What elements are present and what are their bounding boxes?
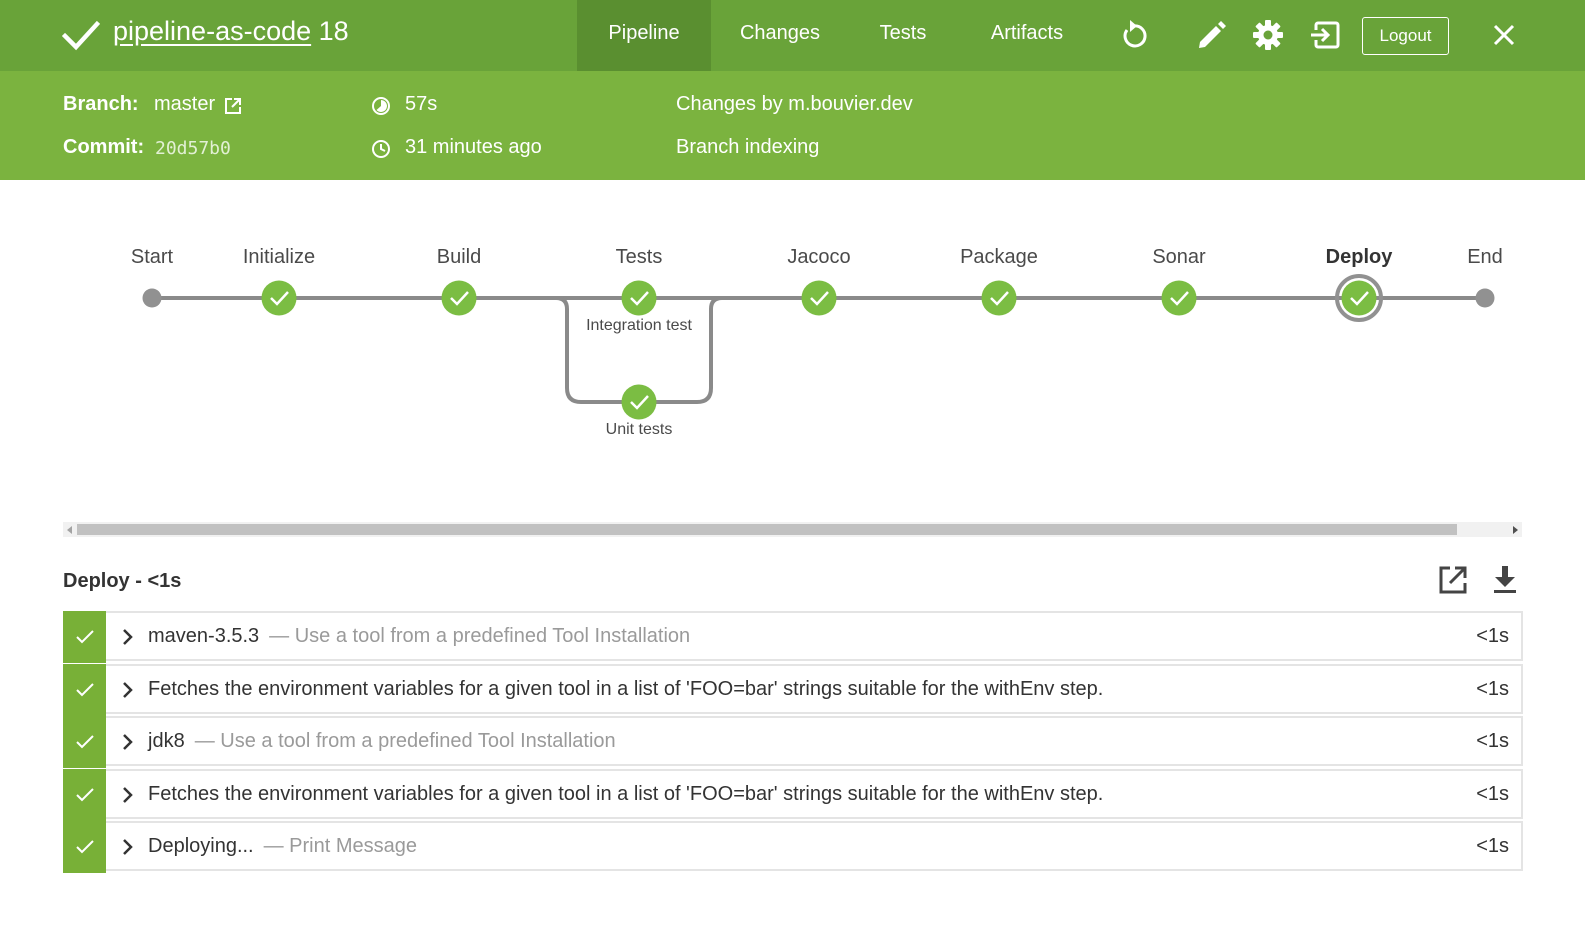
step-status-success <box>63 768 106 821</box>
stage-node-start <box>142 288 162 308</box>
chevron-right-icon[interactable] <box>121 786 133 804</box>
tab-tests[interactable]: Tests <box>863 0 943 71</box>
commit-label: Commit: <box>63 136 145 158</box>
started-time: 31 minutes ago <box>405 136 542 158</box>
stage-node-initialize[interactable] <box>261 280 297 316</box>
settings-icon[interactable] <box>1251 18 1285 52</box>
step-name: Fetches the environment variables for a … <box>148 782 1104 805</box>
chevron-right-icon[interactable] <box>121 838 133 856</box>
commit-hash[interactable]: 20d57b0 <box>155 138 231 159</box>
run-title: pipeline-as-code 18 <box>113 16 349 47</box>
chevron-right-icon[interactable] <box>121 681 133 699</box>
step-status-success <box>63 821 106 873</box>
close-icon[interactable] <box>1487 18 1521 52</box>
pipeline-graph: Start Initialize Build Tests Jacoco Pack… <box>0 180 1585 525</box>
branch-value[interactable]: master <box>154 93 215 116</box>
chevron-right-icon[interactable] <box>121 628 133 646</box>
stage-label-end: End <box>1467 246 1503 268</box>
step-name: Fetches the environment variables for a … <box>148 677 1104 700</box>
duration-icon <box>372 97 390 115</box>
parallel-label-unit-tests[interactable]: Unit tests <box>549 421 729 439</box>
duration-value: 57s <box>405 93 438 115</box>
stage-label-initialize[interactable]: Initialize <box>199 246 359 269</box>
check-icon <box>76 787 94 801</box>
top-header: pipeline-as-code 18 Pipeline Changes Tes… <box>0 0 1585 71</box>
step-duration: <1s <box>1476 782 1509 805</box>
chevron-right-icon[interactable] <box>121 733 133 751</box>
stage-label-package[interactable]: Package <box>919 246 1079 269</box>
stage-node-integration-test[interactable] <box>621 280 657 316</box>
exit-icon[interactable] <box>1308 18 1342 52</box>
step-status-success <box>63 716 106 768</box>
step-duration: <1s <box>1476 730 1509 752</box>
external-link-icon[interactable] <box>224 97 242 115</box>
stage-node-build[interactable] <box>441 280 477 316</box>
stage-label-sonar[interactable]: Sonar <box>1099 246 1259 269</box>
check-icon <box>76 735 94 749</box>
stage-node-sonar[interactable] <box>1161 280 1197 316</box>
step-description: — Use a tool from a predefined Tool Inst… <box>269 625 691 647</box>
replay-icon[interactable] <box>1117 18 1151 52</box>
scroll-right-arrow[interactable] <box>1513 526 1518 534</box>
run-summary: Branch: master Commit: 20d57b0 57s 31 mi… <box>0 71 1585 180</box>
step-row[interactable]: maven-3.5.3 — Use a tool from a predefine… <box>63 611 1523 663</box>
stage-node-unit-tests[interactable] <box>621 384 657 420</box>
logout-button[interactable]: Logout <box>1362 17 1449 55</box>
pipeline-graph-svg <box>142 274 1495 420</box>
step-name: maven-3.5.3 <box>148 625 260 647</box>
step-duration: <1s <box>1476 677 1509 700</box>
stage-node-end <box>1475 288 1495 308</box>
changes-by: Changes by m.bouvier.dev <box>676 93 913 115</box>
tab-changes[interactable]: Changes <box>727 0 833 71</box>
scroll-left-arrow[interactable] <box>67 526 72 534</box>
step-description: — Use a tool from a predefined Tool Inst… <box>194 730 616 752</box>
stage-node-package[interactable] <box>981 280 1017 316</box>
check-icon <box>76 682 94 696</box>
step-text: Fetches the environment variables for a … <box>148 783 1113 806</box>
job-name-link[interactable]: pipeline-as-code <box>113 16 311 46</box>
step-duration: <1s <box>1476 625 1509 647</box>
scroll-thumb[interactable] <box>77 524 1457 535</box>
download-icon[interactable] <box>1488 563 1522 597</box>
step-row[interactable]: jdk8 — Use a tool from a predefined Tool … <box>63 716 1523 768</box>
step-row[interactable]: Fetches the environment variables for a … <box>63 768 1523 821</box>
check-icon <box>76 630 94 644</box>
open-external-icon[interactable] <box>1436 563 1470 597</box>
stage-label-build[interactable]: Build <box>379 246 539 269</box>
step-text: jdk8 — Use a tool from a predefined Tool … <box>148 730 616 753</box>
step-status-success <box>63 611 106 663</box>
stage-label-tests[interactable]: Tests <box>559 246 719 269</box>
run-cause: Branch indexing <box>676 136 820 158</box>
run-success-check-icon <box>62 20 100 51</box>
steps-panel-title: Deploy - <1s <box>63 570 182 592</box>
step-row[interactable]: Deploying... — Print Message <1s <box>63 821 1523 873</box>
branch-label: Branch: <box>63 93 139 115</box>
stage-label-jacoco[interactable]: Jacoco <box>739 246 899 269</box>
step-row[interactable]: Fetches the environment variables for a … <box>63 663 1523 716</box>
step-name: jdk8 <box>148 730 185 752</box>
step-text: maven-3.5.3 — Use a tool from a predefine… <box>148 625 690 648</box>
parallel-label-integration-test[interactable]: Integration test <box>549 317 729 335</box>
tab-artifacts[interactable]: Artifacts <box>977 0 1077 71</box>
step-status-success <box>63 663 106 716</box>
steps-list: maven-3.5.3 — Use a tool from a predefine… <box>63 611 1523 874</box>
step-name: Deploying... <box>148 835 254 857</box>
graph-horizontal-scrollbar[interactable] <box>63 522 1522 537</box>
clock-icon <box>372 140 390 158</box>
run-number: 18 <box>318 16 349 46</box>
step-description: — Print Message <box>263 835 418 857</box>
tab-pipeline[interactable]: Pipeline <box>577 0 711 71</box>
step-text: Fetches the environment variables for a … <box>148 678 1113 701</box>
edit-icon[interactable] <box>1194 18 1228 52</box>
step-duration: <1s <box>1476 835 1509 857</box>
stage-node-jacoco[interactable] <box>801 280 837 316</box>
step-text: Deploying... — Print Message <box>148 835 417 858</box>
stage-node-deploy[interactable] <box>1335 274 1383 322</box>
check-icon <box>76 840 94 854</box>
